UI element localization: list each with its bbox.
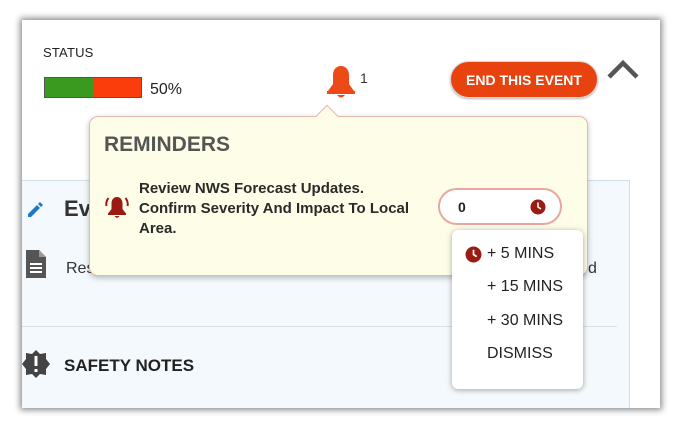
- notification-count: 1: [360, 70, 368, 86]
- alarm-bell-icon: [105, 197, 129, 218]
- snooze-menu: + 5 MINS + 15 MINS + 30 MINS DISMISS: [452, 230, 583, 389]
- collapse-button[interactable]: [606, 58, 640, 82]
- end-event-button[interactable]: END THIS EVENT: [450, 61, 598, 98]
- event-card: STATUS 50% 1 END THIS EVENT Ev Res d SAF…: [22, 20, 660, 408]
- snooze-select[interactable]: 0: [438, 188, 562, 225]
- progress-remaining-fill: [93, 78, 141, 97]
- snooze-option-30[interactable]: + 30 MINS: [487, 312, 563, 330]
- reminder-text: Review NWS Forecast Updates. Confirm Sev…: [139, 180, 410, 237]
- pencil-icon[interactable]: [25, 199, 45, 219]
- alert-badge-icon: [22, 350, 50, 378]
- reminders-title: REMINDERS: [104, 133, 231, 156]
- popover-arrow: [315, 104, 339, 128]
- snooze-option-5[interactable]: + 5 MINS: [487, 245, 554, 263]
- progress-complete-fill: [45, 78, 93, 97]
- chevron-up-icon: [607, 59, 639, 79]
- snooze-value: 0: [458, 198, 466, 215]
- bell-icon: [327, 66, 355, 98]
- notifications-bell-button[interactable]: [324, 64, 358, 100]
- document-icon: [26, 250, 46, 278]
- status-label: STATUS: [43, 45, 94, 60]
- snooze-option-15[interactable]: + 15 MINS: [487, 278, 563, 296]
- safety-notes-heading: SAFETY NOTES: [64, 356, 195, 375]
- status-progress-bar: [44, 77, 142, 98]
- clock-icon: [530, 199, 546, 214]
- clock-icon: [465, 246, 482, 263]
- progress-percent: 50%: [150, 81, 183, 98]
- dismiss-option[interactable]: DISMISS: [487, 345, 553, 363]
- event-panel-heading: Ev: [64, 196, 91, 221]
- event-description-end: d: [588, 260, 597, 277]
